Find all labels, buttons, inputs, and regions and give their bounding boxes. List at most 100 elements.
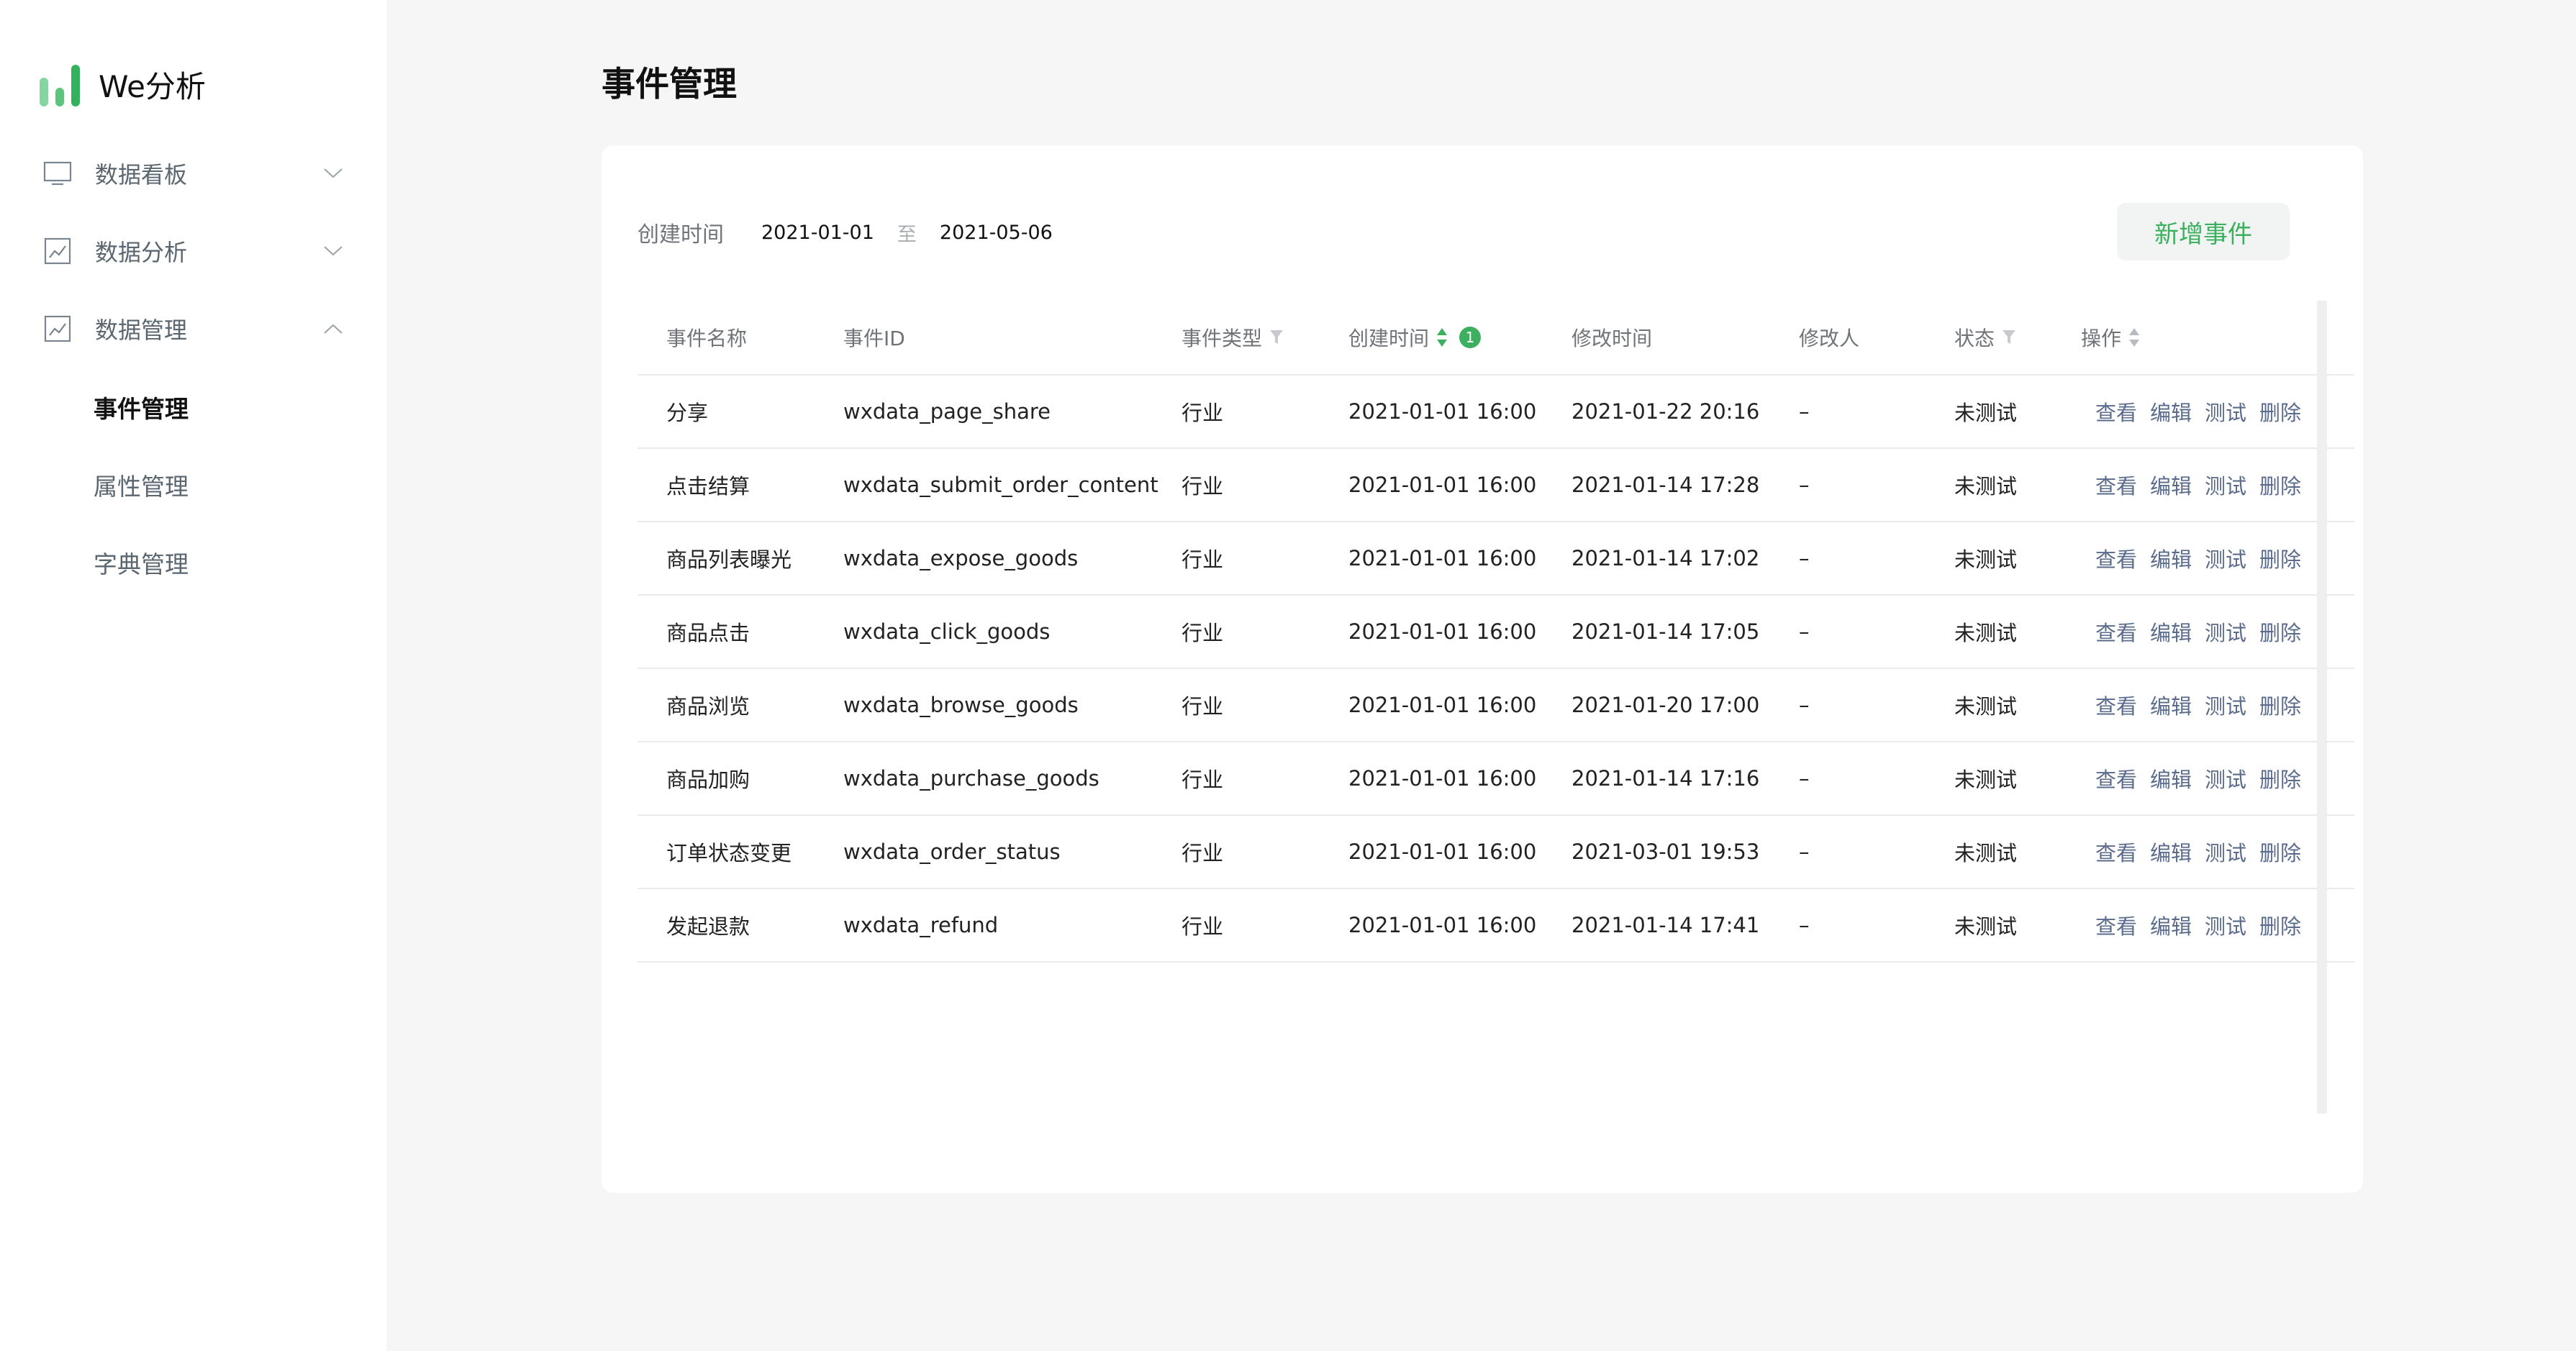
test-link[interactable]: 测试 [2205,396,2246,427]
event-id-cell: wxdata_refund [843,888,1182,963]
view-link[interactable]: 查看 [2095,910,2137,940]
edit-link[interactable]: 编辑 [2150,543,2192,573]
modifier-cell: – [1799,888,1954,963]
created-time-cell: 2021-01-01 16:00 [1348,522,1572,596]
modifier-cell: – [1799,815,1954,889]
operations-cell: 查看 编辑 测试 删除 [2081,815,2354,889]
test-link[interactable]: 测试 [2205,617,2246,647]
sidebar-item-dashboard[interactable]: 数据看板 [43,152,345,195]
event-id-cell: wxdata_browse_goods [843,668,1182,742]
event-type-cell: 行业 [1182,595,1348,669]
chevron-down-icon [321,161,345,186]
sidebar-item-label: 数据看板 [95,161,188,188]
view-link[interactable]: 查看 [2095,470,2137,500]
delete-link[interactable]: 删除 [2259,396,2301,427]
filter-label: 创建时间 [638,222,724,247]
modifier-cell: – [1799,375,1954,449]
sidebar-subitem-dictionary-management[interactable]: 字典管理 [94,541,189,584]
test-link[interactable]: 测试 [2205,543,2246,573]
test-link[interactable]: 测试 [2205,470,2246,500]
operations-cell: 查看 编辑 测试 删除 [2081,888,2354,963]
line-chart-icon [43,314,72,343]
table-row: 分享 wxdata_page_share 行业 2021-01-01 16:00… [638,375,2354,449]
sidebar-item-label: 数据管理 [95,317,188,344]
delete-link[interactable]: 删除 [2259,837,2301,867]
status-cell: 未测试 [1954,888,2081,963]
monitor-icon [43,159,72,188]
table-row: 商品点击 wxdata_click_goods 行业 2021-01-01 16… [638,595,2354,669]
view-link[interactable]: 查看 [2095,763,2137,793]
event-type-cell: 行业 [1182,815,1348,889]
line-chart-icon [43,237,72,265]
status-cell: 未测试 [1954,522,2081,596]
delete-link[interactable]: 删除 [2259,617,2301,647]
sidebar-item-analysis[interactable]: 数据分析 [43,229,345,273]
modified-time-cell: 2021-01-20 17:00 [1572,668,1799,742]
operations-cell: 查看 编辑 测试 删除 [2081,595,2354,669]
sort-icon[interactable] [2128,327,2140,348]
edit-link[interactable]: 编辑 [2150,763,2192,793]
add-event-button[interactable]: 新增事件 [2117,203,2290,260]
view-link[interactable]: 查看 [2095,617,2137,647]
operations-cell: 查看 编辑 测试 删除 [2081,522,2354,596]
status-cell: 未测试 [1954,595,2081,669]
table-row: 发起退款 wxdata_refund 行业 2021-01-01 16:00 2… [638,888,2354,963]
date-separator: 至 [897,223,917,246]
header-status: 状态 [1954,301,2081,376]
delete-link[interactable]: 删除 [2259,470,2301,500]
sidebar-item-label: 数据分析 [95,239,188,266]
sidebar-item-data-management[interactable]: 数据管理 [43,307,345,350]
event-id-cell: wxdata_click_goods [843,595,1182,669]
delete-link[interactable]: 删除 [2259,690,2301,720]
modified-time-cell: 2021-01-14 17:28 [1572,448,1799,522]
sidebar: We分析 数据看板 数据分析 数据管理 事件管理 属性管理 字典管理 [0,0,386,1351]
edit-link[interactable]: 编辑 [2150,910,2192,940]
table-scrollbar[interactable] [2317,301,2327,1114]
sidebar-subitem-event-management[interactable]: 事件管理 [94,386,189,429]
brand[interactable]: We分析 [40,62,206,106]
sort-icon[interactable] [1436,327,1448,348]
event-id-cell: wxdata_submit_order_content [843,448,1182,522]
edit-link[interactable]: 编辑 [2150,837,2192,867]
test-link[interactable]: 测试 [2205,910,2246,940]
header-modifier: 修改人 [1799,301,1954,376]
delete-link[interactable]: 删除 [2259,763,2301,793]
sort-order-badge: 1 [1459,327,1482,348]
header-created-time[interactable]: 创建时间 1 [1348,301,1572,376]
view-link[interactable]: 查看 [2095,396,2137,427]
created-time-cell: 2021-01-01 16:00 [1348,375,1572,449]
bar-chart-logo-icon [40,62,81,106]
view-link[interactable]: 查看 [2095,543,2137,573]
filter-icon[interactable] [2002,329,2016,346]
event-name-cell: 分享 [638,375,843,449]
header-event-type: 事件类型 [1182,301,1348,376]
modified-time-cell: 2021-01-22 20:16 [1572,375,1799,449]
test-link[interactable]: 测试 [2205,690,2246,720]
test-link[interactable]: 测试 [2205,763,2246,793]
modified-time-cell: 2021-01-14 17:02 [1572,522,1799,596]
filter-icon[interactable] [1269,329,1284,346]
test-link[interactable]: 测试 [2205,837,2246,867]
status-cell: 未测试 [1954,742,2081,816]
start-date-input[interactable]: 2021-01-01 [761,222,874,244]
sidebar-subitem-property-management[interactable]: 属性管理 [94,463,189,506]
event-id-cell: wxdata_purchase_goods [843,742,1182,816]
view-link[interactable]: 查看 [2095,690,2137,720]
modified-time-cell: 2021-01-14 17:05 [1572,595,1799,669]
edit-link[interactable]: 编辑 [2150,396,2192,427]
status-cell: 未测试 [1954,815,2081,889]
edit-link[interactable]: 编辑 [2150,617,2192,647]
delete-link[interactable]: 删除 [2259,910,2301,940]
end-date-input[interactable]: 2021-05-06 [940,222,1053,244]
event-name-cell: 商品浏览 [638,668,843,742]
view-link[interactable]: 查看 [2095,837,2137,867]
edit-link[interactable]: 编辑 [2150,470,2192,500]
operations-cell: 查看 编辑 测试 删除 [2081,375,2354,449]
chevron-up-icon [321,317,345,341]
delete-link[interactable]: 删除 [2259,543,2301,573]
modifier-cell: – [1799,522,1954,596]
header-operations[interactable]: 操作 [2081,301,2354,376]
edit-link[interactable]: 编辑 [2150,690,2192,720]
operations-cell: 查看 编辑 测试 删除 [2081,668,2354,742]
event-type-cell: 行业 [1182,522,1348,596]
